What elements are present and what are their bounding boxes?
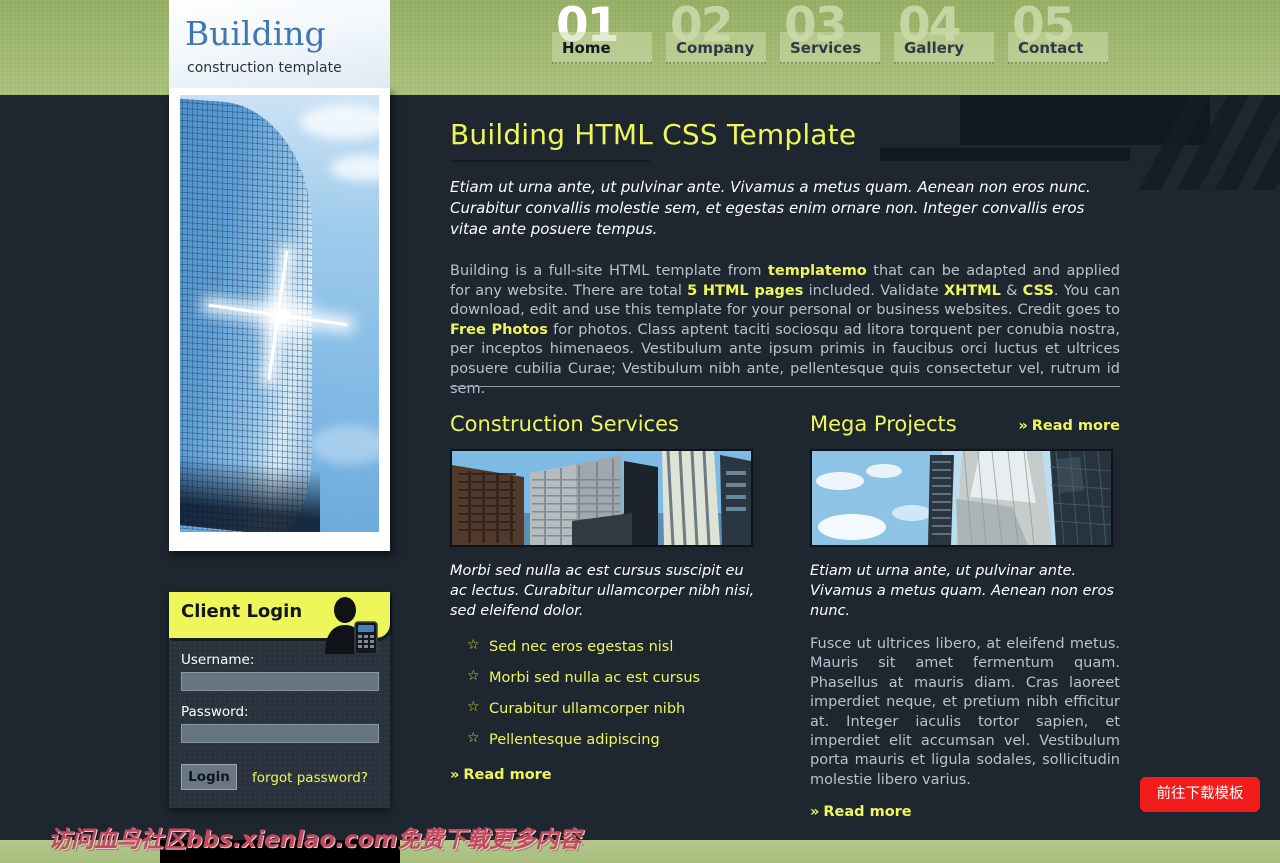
nav-item-company[interactable]: 02 Company (666, 0, 766, 76)
link-free-photos[interactable]: Free Photos (450, 322, 548, 338)
column-construction-services: Construction Services Morbi sed nulla ac… (450, 412, 760, 820)
intro-italic-paragraph: Etiam ut urna ante, ut pulvinar ante. Vi… (450, 178, 1091, 238)
link-5-html-pages[interactable]: 5 HTML pages (687, 283, 803, 299)
column-title: Mega Projects (810, 412, 957, 436)
star-icon: ☆ (467, 730, 480, 746)
nav-label[interactable]: Gallery (894, 32, 994, 64)
nav-label[interactable]: Home (552, 32, 652, 64)
cloud-shape (300, 105, 379, 139)
username-input[interactable] (181, 672, 379, 691)
read-more-link-services[interactable]: » Read more (450, 767, 552, 783)
login-button[interactable]: Login (181, 764, 237, 790)
office-towers-illustration (452, 451, 751, 545)
page-title: Building HTML CSS Template (450, 118, 857, 151)
watermark-text: 访问血鸟社区bbs.xienlao.com免费下载更多内容 (48, 827, 582, 853)
nav-label[interactable]: Company (666, 32, 766, 64)
glass-facade-illustration (812, 451, 1111, 545)
list-item[interactable]: ☆ Pellentesque adipiscing (450, 730, 760, 748)
cloud-shape (330, 155, 379, 181)
hero-photo-image (180, 95, 379, 532)
services-list: ☆ Sed nec eros egestas nisl ☆ Morbi sed nu… (450, 637, 760, 748)
list-item[interactable]: ☆ Curabitur ullamcorper nibh (450, 699, 760, 717)
nav-item-gallery[interactable]: 04 Gallery (894, 0, 994, 76)
column-body-text: Fusce ut ultrices libero, at eleifend me… (810, 636, 1120, 788)
body-text: included. Validate (803, 282, 944, 299)
content-columns: Construction Services Morbi sed nulla ac… (450, 412, 1120, 820)
client-login-box: Client Login Username: Password: Login f… (169, 592, 390, 808)
intro-body-paragraph: Building is a full-site HTML template fr… (450, 262, 1120, 399)
column-mega-projects: Mega Projects Etiam ut urna ante, ut pul… (810, 412, 1120, 820)
nav-label[interactable]: Contact (1008, 32, 1108, 64)
star-icon: ☆ (467, 668, 480, 684)
list-item-label: Pellentesque adipiscing (489, 732, 660, 748)
link-xhtml[interactable]: XHTML (944, 283, 1001, 299)
star-icon: ☆ (467, 699, 480, 715)
nav-item-home[interactable]: 01 Home (552, 0, 652, 76)
mega-projects-photo (810, 449, 1113, 547)
list-item[interactable]: ☆ Morbi sed nulla ac est cursus (450, 668, 760, 686)
construction-services-photo (450, 449, 753, 547)
user-silhouette-icon (325, 597, 378, 654)
body-text: & (1000, 282, 1023, 299)
double-chevron-right-icon: » (450, 767, 460, 783)
nav-label[interactable]: Services (780, 32, 880, 64)
list-item-label: Sed nec eros egestas nisl (489, 639, 674, 655)
password-input[interactable] (181, 724, 379, 743)
nav-item-services[interactable]: 03 Services (780, 0, 880, 76)
logo-subtitle: construction template (187, 60, 342, 76)
list-item-label: Morbi sed nulla ac est cursus (489, 670, 701, 686)
read-more-link-projects[interactable]: » Read more (810, 804, 912, 820)
link-css[interactable]: CSS (1023, 283, 1054, 299)
column-title: Construction Services (450, 412, 679, 436)
column-italic-text: Etiam ut urna ante, ut pulvinar ante. Vi… (810, 563, 1114, 619)
read-more-label: Read more (463, 767, 552, 783)
link-templatemo[interactable]: templatemo (768, 263, 867, 279)
main-navigation[interactable]: 01 Home 02 Company 03 Services 04 Galler… (552, 0, 1122, 80)
read-more-label: Read more (823, 804, 912, 821)
site-logo-panel[interactable]: Building construction template (169, 0, 390, 88)
double-chevron-right-icon: » (810, 804, 820, 821)
nav-item-contact[interactable]: 05 Contact (1008, 0, 1108, 76)
download-template-button[interactable]: 前往下载模板 (1140, 777, 1260, 812)
body-text: Building is a full-site HTML template fr… (450, 263, 768, 279)
password-label: Password: (181, 704, 249, 720)
username-label: Username: (181, 652, 255, 668)
hero-photo-frame (169, 88, 390, 551)
cloud-shape (310, 425, 379, 465)
star-icon: ☆ (467, 637, 480, 653)
sun-flare-core (276, 309, 290, 323)
logo-title: Building (185, 14, 326, 53)
list-item-label: Curabitur ullamcorper nibh (489, 701, 686, 717)
column-italic-text: Morbi sed nulla ac est cursus suscipit e… (450, 563, 755, 619)
horizontal-divider (450, 386, 1120, 387)
list-item[interactable]: ☆ Sed nec eros egestas nisl (450, 637, 760, 655)
client-login-title: Client Login (181, 601, 303, 622)
forgot-password-link[interactable]: forgot password? (252, 770, 368, 786)
